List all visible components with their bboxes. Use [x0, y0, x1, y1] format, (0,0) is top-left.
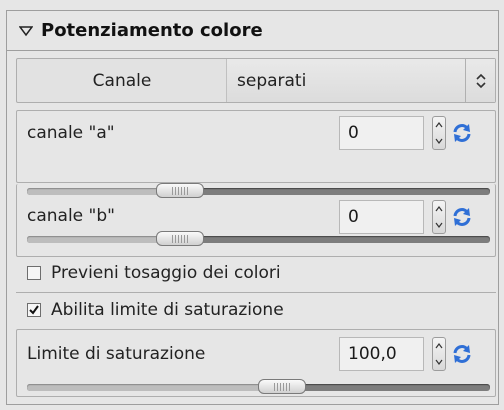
channel-a-label: canale "a"	[27, 123, 115, 143]
reset-refresh-icon[interactable]	[451, 343, 473, 365]
channel-b-spinbox[interactable]: 0	[339, 200, 424, 234]
spin-up-icon[interactable]	[435, 122, 443, 128]
enable-saturation-limit-label: Abilita limite di saturazione	[51, 300, 284, 320]
channel-b-spin-buttons[interactable]	[432, 200, 446, 234]
channel-combo-value: separati	[237, 70, 307, 91]
channel-a-group: canale "a" 0	[16, 110, 496, 183]
prevent-clipping-checkbox[interactable]	[27, 266, 41, 280]
channel-label: Canale	[92, 70, 152, 91]
saturation-limit-slider-handle[interactable]	[257, 379, 306, 394]
saturation-limit-slider-fill	[27, 384, 282, 391]
reset-refresh-icon[interactable]	[451, 122, 473, 144]
spin-down-icon[interactable]	[435, 359, 443, 365]
spin-down-icon[interactable]	[435, 138, 443, 144]
channel-b-slider-handle[interactable]	[155, 231, 204, 246]
channel-b-slider[interactable]	[27, 231, 490, 246]
channel-b-group: canale "b" 0	[16, 184, 496, 257]
prevent-clipping-label: Previeni tosaggio dei colori	[51, 263, 281, 283]
channel-row: Canale separati	[16, 58, 496, 103]
channel-a-value: 0	[348, 123, 359, 143]
divider	[16, 292, 496, 293]
channel-b-value: 0	[348, 207, 359, 227]
panel-title: Potenziamento colore	[41, 20, 263, 41]
up-down-arrows-icon[interactable]	[465, 59, 495, 102]
saturation-limit-spin-buttons[interactable]	[432, 337, 446, 371]
saturation-limit-label: Limite di saturazione	[27, 344, 206, 364]
checkmark-icon	[29, 305, 39, 315]
spin-up-icon[interactable]	[435, 343, 443, 349]
prevent-clipping-row[interactable]: Previeni tosaggio dei colori	[27, 263, 281, 283]
reset-refresh-icon[interactable]	[451, 206, 473, 228]
channel-a-spin-buttons[interactable]	[432, 116, 446, 150]
panel-header[interactable]: Potenziamento colore	[7, 11, 498, 51]
saturation-limit-slider[interactable]	[27, 379, 490, 394]
enable-saturation-limit-row[interactable]: Abilita limite di saturazione	[27, 300, 284, 320]
spin-down-icon[interactable]	[435, 222, 443, 228]
enable-saturation-limit-checkbox[interactable]	[27, 303, 41, 317]
color-boost-panel: Potenziamento colore Canale separati can…	[6, 10, 499, 405]
channel-a-spinbox[interactable]: 0	[339, 116, 424, 150]
saturation-limit-value: 100,0	[348, 344, 397, 364]
channel-b-label: canale "b"	[27, 206, 115, 226]
spin-up-icon[interactable]	[435, 206, 443, 212]
triangle-down-icon[interactable]	[19, 24, 33, 38]
saturation-limit-spinbox[interactable]: 100,0	[339, 337, 424, 371]
channel-combo[interactable]: separati	[226, 59, 495, 102]
